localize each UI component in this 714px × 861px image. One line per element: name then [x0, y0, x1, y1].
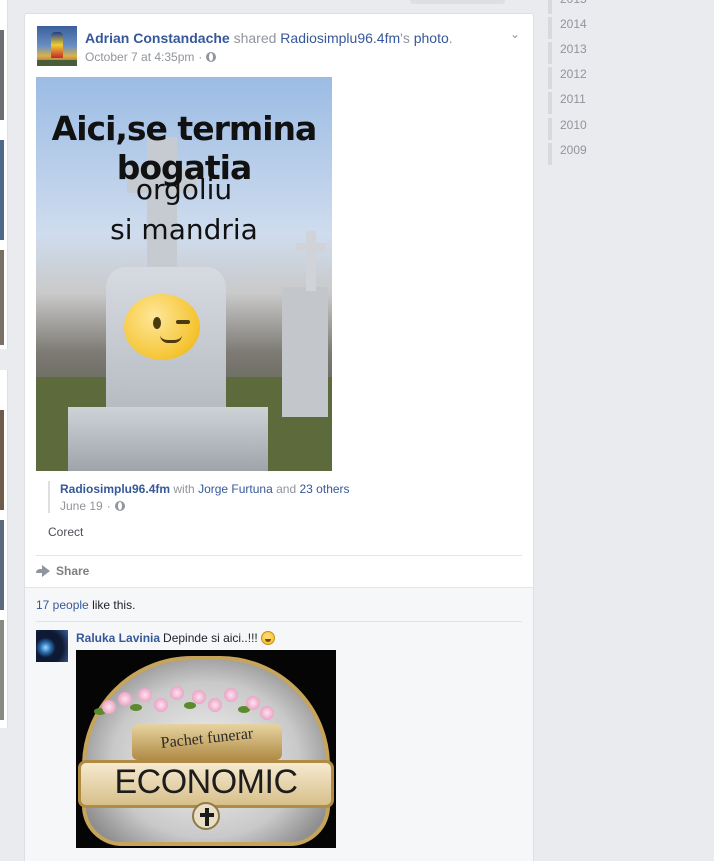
- original-post-attribution: Radiosimplu96.4fm with Jorge Furtuna and…: [48, 481, 350, 513]
- commenter-avatar[interactable]: [36, 630, 68, 662]
- photo-text-line3: si mandria: [110, 213, 258, 246]
- flower: [208, 698, 222, 712]
- likes-text: like this.: [92, 598, 136, 612]
- flower: [260, 706, 274, 720]
- year-link-2013[interactable]: 2013: [548, 42, 587, 64]
- comment-image[interactable]: Pachet funerar ECONOMIC: [76, 650, 336, 848]
- year-link-2014[interactable]: 2014: [548, 17, 587, 39]
- flower: [170, 686, 184, 700]
- adjacent-thumbnail: [0, 30, 4, 120]
- photo-tomb-secondary: [282, 287, 328, 417]
- adjacent-thumbnail: [0, 410, 4, 510]
- smiley-eye: [153, 317, 161, 329]
- commenter-name-link[interactable]: Raluka Lavinia: [76, 630, 160, 646]
- adjacent-thumbnail: [0, 520, 4, 610]
- winking-smiley: [124, 294, 200, 360]
- source-page-link[interactable]: Radiosimplu96.4fm: [280, 30, 400, 46]
- comment-line: Raluka Lavinia Depinde si aici..!!!: [76, 630, 275, 646]
- avatar-figure: [51, 32, 63, 58]
- photo-text-line2: orgoliu: [135, 173, 233, 206]
- laughing-emoji-icon: [260, 631, 275, 645]
- globe-icon[interactable]: [114, 501, 125, 511]
- post-meta: October 7 at 4:35pm ·: [85, 50, 217, 64]
- meta-separator: ·: [198, 50, 203, 64]
- photo-link[interactable]: photo: [414, 30, 449, 46]
- post-caption: Corect: [48, 525, 84, 539]
- title-text: ECONOMIC: [114, 763, 299, 801]
- others-link[interactable]: 23 others: [300, 482, 350, 496]
- original-post-line: Radiosimplu96.4fm with Jorge Furtuna and…: [60, 481, 350, 497]
- photo-grave-slab: [68, 407, 268, 471]
- comments-divider: [36, 621, 522, 622]
- share-button[interactable]: Share: [36, 563, 89, 579]
- flower: [224, 688, 238, 702]
- post-card: Adrian Constandache shared Radiosimplu96…: [24, 13, 534, 861]
- leaf: [184, 702, 196, 709]
- adjacent-column-edge: [0, 0, 8, 861]
- shared-word: shared: [233, 30, 277, 46]
- tagged-person-link[interactable]: Jorge Furtuna: [198, 482, 273, 496]
- and-word: and: [276, 482, 297, 496]
- flower: [246, 696, 260, 710]
- likes-summary: 17 people like this.: [36, 598, 135, 612]
- possessive-suffix: 's: [400, 30, 410, 46]
- chevron-down-icon[interactable]: ⌄: [510, 27, 524, 41]
- adjacent-thumbnail: [0, 140, 4, 240]
- flower: [118, 692, 132, 706]
- year-link-2009[interactable]: 2009: [548, 143, 587, 165]
- year-link-2012[interactable]: 2012: [548, 67, 587, 89]
- original-meta-separator: ·: [106, 499, 111, 513]
- author-name-link[interactable]: Adrian Constandache: [85, 30, 230, 46]
- post-timestamp[interactable]: October 7 at 4:35pm: [85, 50, 194, 64]
- share-arrow-icon: [36, 565, 50, 577]
- year-link-2015[interactable]: 2015: [548, 0, 587, 14]
- flower: [102, 700, 116, 714]
- flower: [138, 688, 152, 702]
- share-label: Share: [56, 564, 90, 578]
- likes-count-link[interactable]: 17 people: [36, 598, 89, 612]
- comment-text: Depinde si aici..!!!: [163, 631, 258, 645]
- with-word: with: [173, 482, 195, 496]
- original-post-date-row: June 19 ·: [60, 499, 350, 513]
- adjacent-thumbnail: [0, 620, 4, 720]
- adjacent-card: [0, 0, 8, 349]
- flower: [154, 698, 168, 712]
- year-link-2010[interactable]: 2010: [548, 118, 587, 140]
- header-period: .: [448, 30, 453, 46]
- flower: [192, 690, 206, 704]
- author-avatar[interactable]: [37, 26, 77, 66]
- avatar-base: [37, 60, 77, 66]
- previous-card-edge: [410, 0, 505, 4]
- adjacent-thumbnail: [0, 250, 4, 345]
- shared-photo[interactable]: Aici,se termina bogatia orgoliu si mandr…: [36, 77, 332, 471]
- leaf: [130, 704, 142, 711]
- post-header: Adrian Constandache shared Radiosimplu96…: [85, 29, 453, 47]
- comments-area: 17 people like this. Raluka Lavinia Depi…: [25, 587, 533, 861]
- year-link-2011[interactable]: 2011: [548, 92, 586, 114]
- smiley-wink: [176, 320, 190, 324]
- original-page-link[interactable]: Radiosimplu96.4fm: [60, 482, 170, 496]
- globe-icon[interactable]: [206, 52, 217, 62]
- action-divider: [36, 555, 522, 556]
- adjacent-card: [0, 370, 8, 728]
- cross-icon: [192, 802, 220, 830]
- original-post-date[interactable]: June 19: [60, 499, 103, 513]
